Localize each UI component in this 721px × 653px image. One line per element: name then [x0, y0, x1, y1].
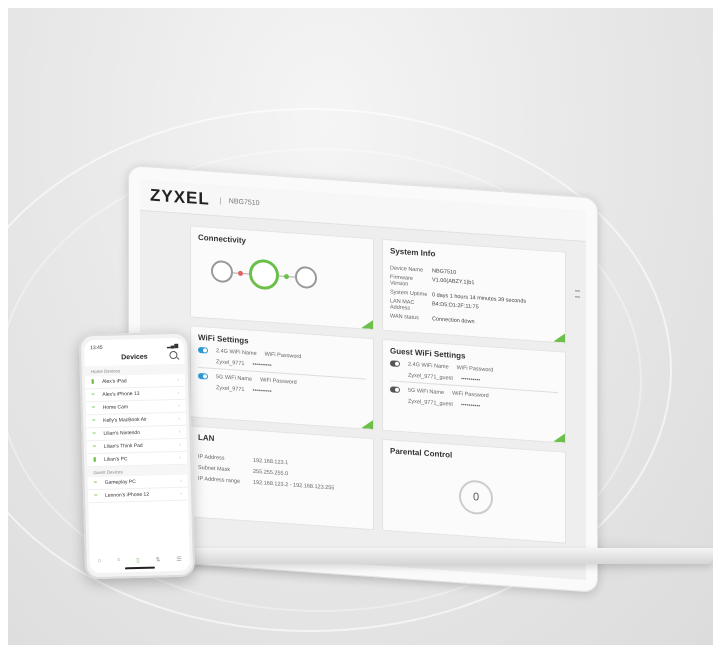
chevron-right-icon: › [177, 402, 180, 409]
info-key: Firmware Version [390, 274, 413, 288]
card-corner-icon[interactable] [361, 419, 373, 429]
parental-control-title: Parental Control [390, 446, 453, 460]
device-icon [295, 265, 317, 290]
wifi-ssid: Zyxel_9771 [216, 385, 245, 394]
guest-toggle[interactable] [390, 386, 400, 394]
wifi-password-label: WiFi Password [452, 390, 489, 400]
wifi-band-label: 2.4G WiFi Name [216, 348, 257, 357]
wifi-icon: ≈ [93, 479, 98, 486]
lan-key: Subnet Mask [198, 464, 231, 474]
laptop-base [118, 548, 713, 564]
router-icon [249, 258, 279, 291]
wifi-password: •••••••••• [252, 361, 272, 370]
brand-logo: ZYXEL [150, 185, 210, 209]
wifi-ssid: Zyxel_9771_guest [408, 398, 453, 408]
lan-title: LAN [198, 432, 215, 444]
product-scene: ZYXEL NBG7510 Connectivity System Info D… [8, 8, 713, 645]
wifi-toggle[interactable] [198, 372, 208, 380]
chevron-right-icon: › [178, 428, 181, 435]
info-key: WAN status [390, 313, 419, 322]
lan-card: LAN IP Address 192.168.123.1 Subnet Mask… [190, 425, 374, 531]
card-corner-icon[interactable] [361, 319, 373, 329]
chevron-right-icon: › [177, 389, 180, 396]
web-dashboard: ZYXEL NBG7510 Connectivity System Info D… [140, 179, 586, 581]
wifi-tab-icon[interactable]: ≈ [117, 557, 120, 564]
status-dot-icon [238, 270, 243, 276]
devices-tab-icon[interactable]: ▯ [136, 557, 139, 564]
wifi-toggle[interactable] [198, 346, 208, 354]
wifi-icon: ≈ [91, 391, 95, 398]
wifi-password-label: WiFi Password [264, 351, 302, 361]
lan-list: IP Address 192.168.123.1 Subnet Mask 255… [198, 454, 366, 494]
chevron-right-icon: › [180, 490, 183, 497]
wifi-settings-card: WiFi Settings 2.4G WiFi Name WiFi Passwo… [190, 325, 374, 431]
search-icon[interactable] [169, 350, 178, 360]
app-title: Devices [121, 353, 148, 362]
info-key: Device Name [390, 265, 424, 274]
connectivity-card: Connectivity [190, 225, 374, 331]
laptop-display: ZYXEL NBG7510 Connectivity System Info D… [128, 165, 598, 593]
chevron-right-icon: › [179, 454, 182, 461]
menu-tab-icon[interactable]: ☰ [176, 556, 182, 563]
wifi-icon: ≈ [93, 492, 98, 499]
guest-wifi-card: Guest WiFi Settings 2.4G WiFi Name WiFi … [382, 338, 566, 444]
card-corner-icon[interactable] [553, 333, 565, 343]
guest-toggle[interactable] [390, 360, 400, 368]
home-indicator [124, 566, 155, 570]
bottom-tab-bar: ⌂ ≈ ▯ ⇅ ☰ [90, 556, 190, 566]
model-name: NBG7510 [219, 196, 260, 207]
device-icon: ▮ [90, 378, 95, 385]
chevron-right-icon: › [178, 441, 181, 448]
chevron-right-icon: › [177, 376, 180, 383]
wifi-password-label: WiFi Password [260, 377, 297, 386]
info-key: LAN MAC Address [390, 298, 415, 312]
wifi-band-label: 2.4G WiFi Name [408, 361, 449, 371]
device-icon: ▮ [93, 456, 97, 463]
wifi-band-label: 5G WiFi Name [216, 374, 253, 383]
network-tab-icon[interactable]: ⇅ [155, 556, 160, 563]
parental-control-card: Parental Control 0 [382, 438, 566, 544]
chevron-right-icon: › [179, 477, 182, 484]
wifi-icon: ≈ [92, 443, 97, 450]
connectivity-diagram [211, 256, 317, 293]
wifi-password: •••••••••• [460, 402, 481, 410]
wifi-band-label: 5G WiFi Name [408, 387, 445, 397]
wifi-icon: ≈ [92, 430, 96, 437]
app-header: Devices [84, 349, 184, 367]
smartphone: 13:45 ▂▄▆ Devices Home Devices ▮ Alex's i… [78, 331, 196, 580]
lan-key: IP Address [198, 453, 225, 462]
system-info-title: System Info [390, 246, 436, 259]
menu-icon[interactable] [575, 290, 580, 298]
system-info-card: System Info Device Name NBG7510 Firmware… [382, 238, 566, 344]
wifi-password: •••••••••• [252, 387, 272, 396]
list-item[interactable]: ≈ Lennon's iPhone 12 › [87, 487, 189, 504]
connectivity-title: Connectivity [198, 232, 247, 246]
wifi-ssid: Zyxel_9771 [216, 359, 245, 368]
chevron-right-icon: › [178, 415, 181, 422]
lan-value: 192.168.123.2 - 192.168.123.255 [253, 479, 335, 492]
card-corner-icon[interactable] [553, 433, 565, 443]
system-info-list: Device Name NBG7510 Firmware Version V1.… [390, 265, 558, 331]
wifi-ssid: Zyxel_9771_guest [408, 372, 453, 382]
lan-key: IP Address range [198, 475, 241, 485]
wifi-icon: ≈ [91, 404, 96, 411]
wifi-password-label: WiFi Password [456, 364, 494, 374]
home-tab-icon[interactable]: ⌂ [98, 558, 102, 565]
status-dot-icon [284, 273, 289, 279]
internet-icon [211, 259, 233, 284]
info-key: System Uptime [390, 289, 428, 298]
phone-app-screen: 13:45 ▂▄▆ Devices Home Devices ▮ Alex's i… [83, 337, 191, 574]
parental-count: 0 [459, 479, 493, 516]
wifi-icon: ≈ [91, 417, 96, 424]
wifi-password: •••••••••• [460, 376, 481, 384]
